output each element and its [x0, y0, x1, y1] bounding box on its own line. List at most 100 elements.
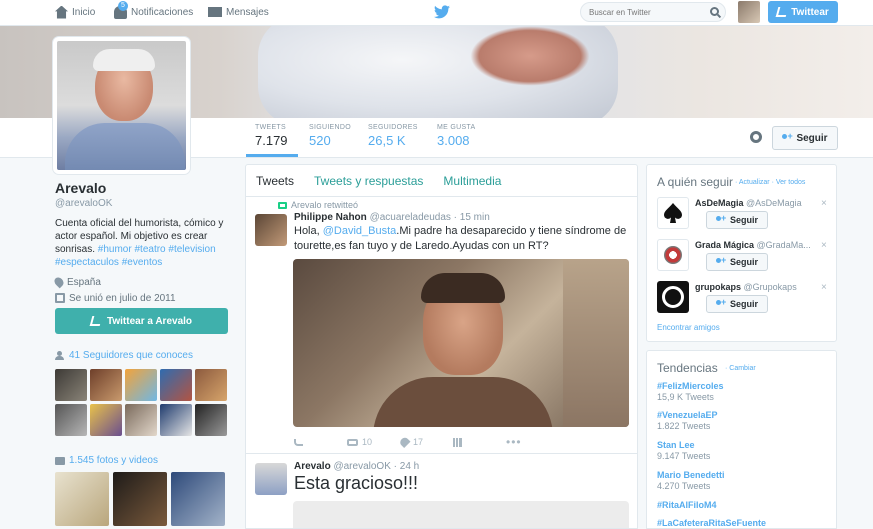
tweet-author-handle[interactable]: @arevaloOK [333, 461, 390, 472]
stat-followers-label: SEGUIDORES [368, 124, 418, 131]
follower-avatar[interactable] [160, 404, 192, 436]
tweet-author-avatar[interactable] [255, 214, 287, 246]
suggestion-avatar[interactable] [657, 197, 689, 229]
profile-location: España [52, 275, 230, 289]
search-icon[interactable] [710, 7, 719, 16]
tab-tweets-replies[interactable]: Tweets y respuestas [304, 174, 433, 188]
trend-item[interactable]: Stan Lee 9.147 Tweets [657, 440, 710, 461]
timeline: Tweets Tweets y respuestas Multimedia Ar… [245, 164, 638, 529]
tweet-author-name[interactable]: Arevalo [294, 461, 331, 472]
user-avatar-menu[interactable] [738, 1, 760, 23]
find-friends-link[interactable]: Encontrar amigos [657, 323, 720, 332]
follow-button[interactable]: Seguir [772, 126, 838, 150]
suggestion-name[interactable]: grupokaps @Grupokaps [695, 282, 820, 292]
tweet-author-name[interactable]: Philippe Nahon [294, 212, 367, 223]
stat-likes[interactable]: ME GUSTA 3.008 [437, 124, 475, 148]
trend-item[interactable]: #RitaAlFiloM4 [657, 500, 717, 510]
photos-videos-link[interactable]: 1.545 fotos y videos [55, 455, 158, 466]
suggestion-name[interactable]: AsDeMagia @AsDeMagia [695, 198, 820, 208]
tweet-to-button[interactable]: Twittear a Arevalo [55, 308, 228, 334]
suggestion-follow-button[interactable]: Seguir [706, 211, 768, 229]
trend-item[interactable]: Mario Benedetti 4.270 Tweets [657, 470, 725, 491]
follower-avatar[interactable] [55, 404, 87, 436]
tweet-mention[interactable]: @David_Busta [323, 225, 397, 237]
spade-icon [664, 203, 682, 223]
photo-thumbnail[interactable] [55, 472, 109, 526]
suggestion-follow-button[interactable]: Seguir [706, 253, 768, 271]
analytics-action[interactable] [453, 435, 506, 449]
retweet-count: 10 [362, 437, 373, 447]
profile-bio: Cuenta oficial del humorista, cómico y a… [55, 217, 230, 269]
profile-avatar[interactable] [53, 37, 190, 174]
follower-avatar[interactable] [125, 404, 157, 436]
suggestion-item: Grada Mágica @GradaMa... Seguir × [657, 239, 832, 275]
dismiss-suggestion-icon[interactable]: × [821, 198, 827, 209]
photo-thumbnail[interactable] [171, 472, 225, 526]
stat-following-value: 520 [309, 133, 331, 148]
stat-following[interactable]: SIGUIENDO 520 [309, 124, 351, 148]
trends-change-link[interactable]: · Cambiar [725, 365, 756, 372]
reply-action[interactable] [294, 435, 347, 449]
dismiss-suggestion-icon[interactable]: × [821, 240, 827, 251]
followers-you-know-label: 41 Seguidores que conoces [69, 350, 193, 361]
stat-tweets[interactable]: TWEETS 7.179 [255, 124, 288, 148]
location-icon [52, 275, 66, 289]
tweet-media-image[interactable] [293, 259, 629, 427]
trend-item[interactable]: #LaCafeteraRitaSeFuente [657, 518, 766, 528]
nav-messages[interactable]: Mensajes [208, 4, 269, 20]
reply-icon [294, 438, 303, 446]
tweet-time[interactable]: · 15 min [454, 212, 490, 223]
trend-item[interactable]: #VenezuelaEP 1.822 Tweets [657, 410, 718, 431]
retweet-action[interactable]: 10 [347, 435, 400, 449]
follower-avatar[interactable] [90, 404, 122, 436]
bio-hashtags-1[interactable]: #humor #teatro #television [98, 244, 216, 255]
tweet-text: Hola, @David_Busta.Mi padre ha desaparec… [294, 224, 630, 254]
quill-icon [775, 7, 789, 17]
tab-tweets[interactable]: Tweets [246, 174, 304, 188]
tweet-author-avatar[interactable] [255, 463, 287, 495]
follower-avatar[interactable] [55, 369, 87, 401]
follow-icon [715, 255, 726, 266]
profile-name[interactable]: Arevalo [55, 180, 230, 196]
like-action[interactable]: 17 [398, 435, 453, 449]
tweet-media-image[interactable] [293, 501, 629, 528]
tweet-time[interactable]: · 24 h [394, 461, 420, 472]
follower-avatar[interactable] [160, 369, 192, 401]
follower-avatar[interactable] [195, 369, 227, 401]
stat-followers[interactable]: SEGUIDORES 26,5 K [368, 124, 418, 148]
compose-tweet-button[interactable]: Twittear [768, 1, 838, 23]
nav-notifications-label: Notificaciones [131, 6, 194, 18]
photo-thumbnail[interactable] [113, 472, 167, 526]
gear-icon[interactable] [750, 131, 762, 143]
profile-handle[interactable]: @arevaloOK [55, 198, 230, 209]
suggestion-avatar[interactable] [657, 239, 689, 271]
active-stat-indicator [246, 154, 298, 157]
follower-avatar[interactable] [90, 369, 122, 401]
trend-item[interactable]: #FelizMiercoles 15,9 K Tweets [657, 381, 724, 402]
followers-you-know-link[interactable]: 41 Seguidores que conoces [55, 350, 193, 361]
retweet-context-label[interactable]: Arevalo retwitteó [291, 200, 358, 210]
trend-name: Mario Benedetti [657, 470, 725, 480]
follower-avatar[interactable] [195, 404, 227, 436]
nav-home[interactable]: Inicio [55, 4, 95, 20]
tweet-author-handle[interactable]: @acuareladeudas [370, 212, 451, 223]
tweet-header: Arevalo @arevaloOK · 24 h [294, 461, 419, 472]
twitter-bird-icon[interactable] [434, 5, 450, 19]
follower-avatar[interactable] [125, 369, 157, 401]
suggestion-avatar[interactable] [657, 281, 689, 313]
trend-name: #RitaAlFiloM4 [657, 500, 717, 510]
trend-name: #VenezuelaEP [657, 410, 718, 420]
dismiss-suggestion-icon[interactable]: × [821, 282, 827, 293]
search-input[interactable] [581, 3, 701, 21]
bio-hashtags-2[interactable]: #espectaculos #eventos [55, 257, 162, 268]
suggestion-name[interactable]: Grada Mágica @GradaMa... [695, 240, 820, 250]
follow-icon [715, 297, 726, 308]
who-to-follow-card: A quién seguir · Actualizar · Ver todos … [646, 164, 837, 342]
more-icon[interactable]: ••• [506, 435, 559, 449]
home-icon [55, 5, 68, 19]
tweet-text-before: Hola, [294, 225, 323, 237]
profile-joined: Se unió en julio de 2011 [55, 291, 230, 305]
suggestion-follow-button[interactable]: Seguir [706, 295, 768, 313]
who-to-follow-links[interactable]: · Actualizar · Ver todos [735, 179, 805, 186]
tab-media[interactable]: Multimedia [433, 174, 511, 188]
